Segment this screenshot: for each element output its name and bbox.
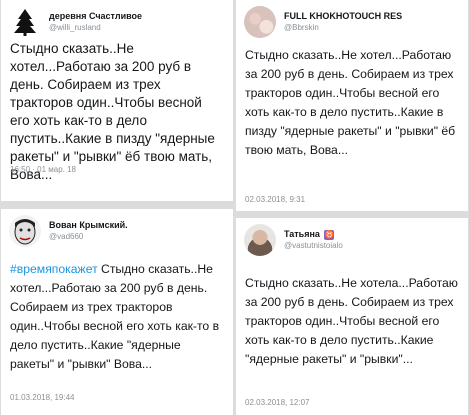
user-handle[interactable]: @vad660 — [49, 231, 128, 243]
user-handle[interactable]: @vastutnistoialo — [284, 240, 343, 252]
tweet-timestamp[interactable]: 02.03.2018, 12:07 — [245, 398, 310, 407]
tweet-header: деревня Счастливое @willi_rusland — [9, 6, 142, 38]
display-name-text: Татьяна — [284, 229, 320, 239]
avatar[interactable] — [244, 224, 276, 256]
display-name[interactable]: деревня Счастливое — [49, 10, 142, 22]
tweet-card-4: Татьяна ♉ @vastutnistoialo Стыдно сказат… — [236, 218, 468, 415]
tweet-header: Вован Крымский. @vad660 — [9, 215, 128, 247]
tweet-header: Татьяна ♉ @vastutnistoialo — [244, 224, 343, 256]
taurus-icon: ♉ — [324, 229, 335, 240]
avatar[interactable] — [9, 215, 41, 247]
tweet-text: Стыдно сказать..Не хотела...Работаю за 2… — [245, 276, 458, 366]
user-handle[interactable]: @willi_rusland — [49, 22, 142, 34]
hashtag-link[interactable]: #времяпокажет — [10, 262, 98, 276]
display-name[interactable]: Вован Крымский. — [49, 219, 128, 231]
tweet-card-2: FULL KHOKHOTOUCH RES @Bbrskin Стыдно ска… — [236, 0, 468, 211]
tweet-text: Стыдно сказать..Не хотел...Работаю за 20… — [10, 41, 215, 182]
avatar[interactable] — [9, 6, 41, 38]
tweet-timestamp[interactable]: 02.03.2018, 9:31 — [245, 195, 305, 204]
face-icon — [14, 219, 36, 245]
user-handle[interactable]: @Bbrskin — [284, 22, 402, 34]
tweet-text-content: Стыдно сказать..Не хотел...Работаю за 20… — [10, 262, 220, 371]
tweet-text: Стыдно сказать..Не хотел...Работаю за 20… — [245, 48, 456, 157]
tweet-card-3: Вован Крымский. @vad660 #времяпокажет Ст… — [1, 209, 233, 415]
tree-icon — [14, 9, 36, 36]
tweet-timestamp[interactable]: 01.03.2018, 19:44 — [10, 393, 75, 402]
display-name[interactable]: Татьяна ♉ — [284, 228, 343, 240]
tweet-header: FULL KHOKHOTOUCH RES @Bbrskin — [244, 6, 402, 38]
tweet-card-1: деревня Счастливое @willi_rusland Стыдно… — [1, 0, 233, 201]
tweet-text: #времяпокажет Стыдно сказать..Не хотел..… — [10, 260, 225, 374]
display-name[interactable]: FULL KHOKHOTOUCH RES — [284, 10, 402, 22]
tweet-timestamp[interactable]: 16:50 · 01 мар. 18 — [10, 165, 76, 174]
avatar[interactable] — [244, 6, 276, 38]
